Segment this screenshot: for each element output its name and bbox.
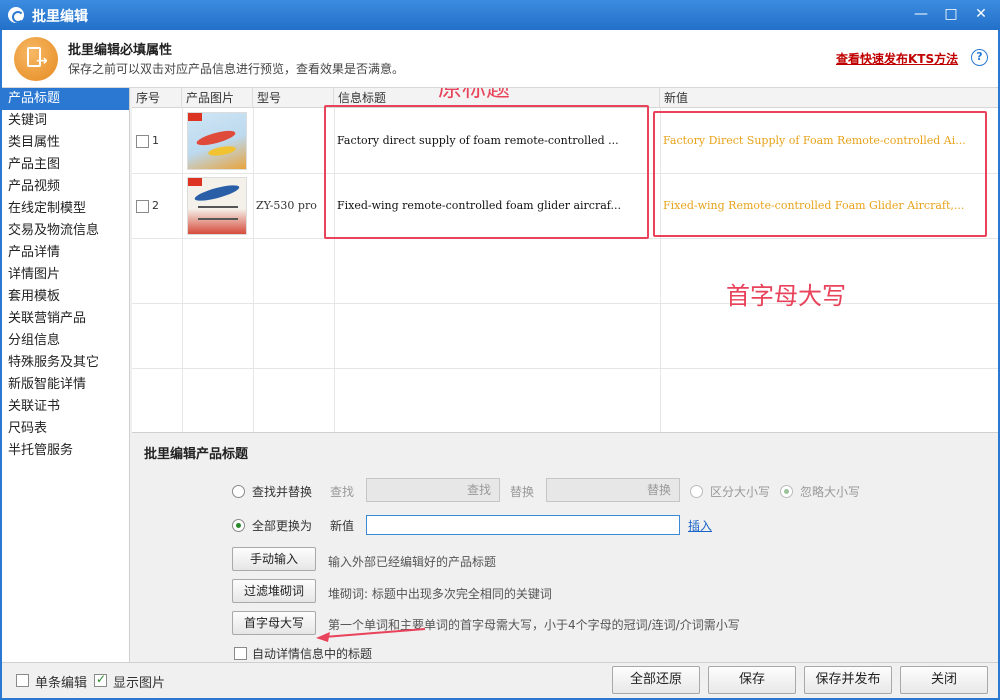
column-header-model: 型号	[253, 88, 334, 108]
save-and-publish-button[interactable]: 保存并发布	[804, 666, 892, 694]
sidebar-item-product-video[interactable]: 产品视频	[2, 176, 129, 198]
annotation-arrow-icon	[316, 628, 426, 642]
original-title-annotation: 原标题	[438, 88, 510, 102]
sidebar-item-template[interactable]: 套用模板	[2, 286, 129, 308]
manual-input-desc: 输入外部已经编辑好的产品标题	[328, 555, 497, 569]
product-thumbnail[interactable]	[187, 177, 247, 235]
maximize-button[interactable]: □	[938, 2, 964, 26]
row-checkbox[interactable]	[136, 135, 149, 148]
find-input[interactable]: 查找	[366, 478, 500, 502]
row-index: 2	[152, 199, 159, 212]
sidebar-item-product-details[interactable]: 产品详情	[2, 242, 129, 264]
replace-all-radio[interactable]	[232, 519, 245, 532]
auto-detail-checkbox[interactable]	[234, 647, 247, 660]
find-replace-label: 查找并替换	[252, 485, 313, 499]
row-checkbox[interactable]	[136, 200, 149, 213]
filter-stacked-words-desc: 堆砌词: 标题中出现多次完全相同的关键词	[328, 587, 552, 601]
insert-link[interactable]: 插入	[688, 517, 712, 534]
window-title: 批里编辑	[32, 9, 88, 25]
window-titlebar: 批里编辑 — □ ✕	[0, 0, 1000, 30]
new-value-highlight	[653, 111, 987, 237]
replace-input[interactable]: 替换	[546, 478, 680, 502]
sidebar-item-product-title[interactable]: 产品标题	[2, 88, 129, 110]
show-images-label: 显示图片	[113, 676, 166, 691]
product-table: 序号 产品图片 型号 信息标题 新值 1 Factory direct supp…	[132, 88, 998, 432]
new-value-label: 新值	[330, 519, 355, 533]
dialog-body: → 批里编辑必填属性 保存之前可以双击对应产品信息进行预览，查看效果是否满意。 …	[2, 30, 998, 698]
sidebar-item-semi-managed[interactable]: 半托管服务	[2, 440, 129, 462]
column-header-image: 产品图片	[182, 88, 253, 108]
restore-all-button[interactable]: 全部还原	[612, 666, 700, 694]
capitalize-button[interactable]: 首字母大写	[232, 611, 316, 635]
single-edit-label: 单条编辑	[35, 676, 88, 691]
batch-edit-panel: 批里编辑产品标题 查找并替换 查找 查找 替换 替换 区分大小写 忽略大小写 全…	[132, 432, 998, 662]
filter-stacked-words-button[interactable]: 过滤堆砌词	[232, 579, 316, 603]
export-document-icon: →	[14, 37, 58, 81]
column-header-index: 序号	[132, 88, 182, 108]
auto-detail-label: 自动详情信息中的标题	[252, 647, 373, 661]
find-replace-radio[interactable]	[232, 485, 245, 498]
manual-input-button[interactable]: 手动输入	[232, 547, 316, 571]
ignore-case-radio[interactable]	[780, 485, 793, 498]
sidebar-item-related-marketing[interactable]: 关联营销产品	[2, 308, 129, 330]
close-button[interactable]: 关闭	[900, 666, 988, 694]
sidebar: 产品标题 关键词 类目属性 产品主图 产品视频 在线定制模型 交易及物流信息 产…	[2, 88, 130, 662]
replace-label: 替换	[510, 485, 535, 499]
header-title: 批里编辑必填属性	[68, 43, 173, 58]
sidebar-item-size-chart[interactable]: 尺码表	[2, 418, 129, 440]
kts-method-link[interactable]: 查看快速发布KTS方法	[836, 50, 958, 67]
app-logo-icon	[8, 7, 24, 23]
show-images-checkbox[interactable]	[94, 672, 107, 687]
sidebar-item-custom-model[interactable]: 在线定制模型	[2, 198, 129, 220]
sidebar-item-detail-images[interactable]: 详情图片	[2, 264, 129, 286]
find-label: 查找	[330, 485, 355, 499]
sidebar-item-main-images[interactable]: 产品主图	[2, 154, 129, 176]
row-model: ZY-530 pro	[256, 199, 317, 212]
new-value-input[interactable]	[366, 515, 680, 535]
sidebar-item-certificates[interactable]: 关联证书	[2, 396, 129, 418]
capitalize-annotation: 首字母大写	[726, 282, 846, 310]
original-title-highlight	[324, 105, 649, 239]
sidebar-item-group-info[interactable]: 分组信息	[2, 330, 129, 352]
case-sensitive-radio[interactable]	[690, 485, 703, 498]
sidebar-item-trade-logistics[interactable]: 交易及物流信息	[2, 220, 129, 242]
row-index: 1	[152, 134, 159, 147]
replace-all-label: 全部更换为	[252, 519, 313, 533]
close-window-button[interactable]: ✕	[968, 2, 994, 26]
case-sensitive-label: 区分大小写	[710, 485, 771, 499]
sidebar-item-keywords[interactable]: 关键词	[2, 110, 129, 132]
sidebar-item-smart-details[interactable]: 新版智能详情	[2, 374, 129, 396]
sidebar-item-special-services[interactable]: 特殊服务及其它	[2, 352, 129, 374]
product-thumbnail[interactable]	[187, 112, 247, 170]
dialog-footer: 单条编辑 显示图片 全部还原 保存 保存并发布 关闭	[2, 662, 998, 698]
ignore-case-label: 忽略大小写	[800, 485, 861, 499]
column-header-new-value: 新值	[664, 91, 689, 105]
help-icon[interactable]: ?	[971, 49, 988, 66]
save-button[interactable]: 保存	[708, 666, 796, 694]
header-subtitle: 保存之前可以双击对应产品信息进行预览，查看效果是否满意。	[68, 62, 405, 76]
sidebar-item-category-attributes[interactable]: 类目属性	[2, 132, 129, 154]
dialog-header: → 批里编辑必填属性 保存之前可以双击对应产品信息进行预览，查看效果是否满意。 …	[2, 30, 998, 88]
minimize-button[interactable]: —	[908, 2, 934, 26]
single-edit-checkbox[interactable]	[16, 674, 29, 687]
panel-title: 批里编辑产品标题	[144, 447, 249, 462]
